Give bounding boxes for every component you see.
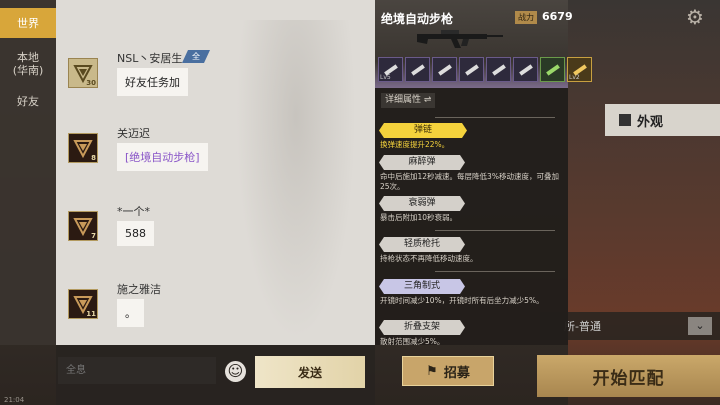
perk-desc: 持枪状态不再降低移动速度。 (380, 254, 478, 263)
power-value: 6679 (542, 10, 573, 23)
perk-desc: 暴击后附加10秒衰弱。 (380, 213, 458, 222)
perk-name: 折叠支架 (379, 320, 465, 335)
perk-item: 麻醉弹 命中后施加12秒减速。每层降低3%移动速度，可叠加25次。 (379, 155, 564, 192)
message-bubble: 。 (117, 299, 144, 327)
perk-name: 麻醉弹 (379, 155, 465, 170)
appearance-button[interactable]: 外观 (605, 104, 720, 136)
weapon-link-bubble[interactable]: [绝境自动步枪] (117, 143, 208, 171)
channel-tabs: 世界 本地 (华南) 好友 (0, 0, 56, 345)
tab-friends[interactable]: 好友 (0, 84, 56, 118)
message-bubble: 好友任务加 (117, 68, 188, 96)
avatar-level: 30 (86, 79, 96, 87)
chevron-down-icon[interactable]: ⌄ (688, 317, 712, 335)
attachment-slot[interactable] (540, 57, 565, 82)
divider (435, 230, 555, 231)
perk-name: 轻质枪托 (379, 237, 465, 252)
tab-world[interactable]: 世界 (0, 8, 56, 38)
recruit-button[interactable]: ⚑ 招募 (402, 356, 494, 386)
chat-input-bar: ☺ 发送 (56, 345, 375, 405)
tab-local[interactable]: 本地 (华南) (0, 44, 56, 84)
perk-name: 弹链 (379, 123, 467, 138)
attachment-slot[interactable] (513, 57, 538, 82)
avatar[interactable]: 30 (68, 58, 98, 88)
divider (435, 271, 555, 272)
attachment-slots: Lv5 Lv2 (378, 57, 592, 82)
chat-panel[interactable]: 30 NSL丶安居生 全村希望 好友任务加 8 关迈迟 [绝境自动步枪] 7 *… (56, 0, 375, 345)
character-silhouette (236, 20, 356, 340)
mode-label: 所-普通 (564, 320, 601, 333)
gear-icon[interactable]: ⚙ (684, 6, 706, 28)
send-button[interactable]: 发送 (255, 356, 365, 388)
weapon-detail-panel: 绝境自动步枪 战力 6679 Lv5 Lv2 详细属性 ⇌ 弹链 换弹速度提升2… (375, 0, 592, 347)
perk-name: 三角制式 (379, 279, 465, 294)
perk-desc: 命中后施加12秒减速。每层降低3%移动速度，可叠加25次。 (380, 172, 559, 191)
rifle-icon (417, 30, 503, 48)
title-badge: 全村希望 (182, 50, 210, 63)
appearance-label: 外观 (637, 114, 664, 130)
weapon-title: 绝境自动步枪 (381, 12, 454, 26)
message-bubble: 588 (117, 221, 154, 246)
attachment-slot[interactable] (405, 57, 430, 82)
smiley-icon[interactable]: ☺ (225, 361, 246, 382)
sender-name[interactable]: 施之雅洁 (117, 281, 161, 297)
sender-name[interactable]: *一个* (117, 203, 150, 219)
flag-icon: ⚑ (426, 363, 438, 379)
avatar[interactable]: 7 (68, 211, 98, 241)
perk-desc: 换弹速度提升22%。 (380, 140, 450, 149)
attachment-slot[interactable]: Lv2 (567, 57, 592, 82)
perk-desc: 散射范围减少5%。 (380, 337, 445, 346)
attachment-slot[interactable] (486, 57, 511, 82)
attachment-slot[interactable] (459, 57, 484, 82)
status-time: 21:04 (4, 396, 25, 404)
perk-item: 折叠支架 散射范围减少5%。 (379, 320, 564, 347)
sender-name[interactable]: NSL丶安居生 (117, 50, 182, 66)
avatar-level: 11 (86, 310, 96, 318)
attachment-slot[interactable]: Lv5 (378, 57, 403, 82)
avatar-level: 7 (91, 232, 96, 240)
chat-input[interactable] (58, 357, 216, 384)
attachment-slot[interactable] (432, 57, 457, 82)
recruit-label: 招募 (443, 365, 470, 381)
perk-name: 衰弱弹 (379, 196, 465, 211)
perk-item: 三角制式 开镜时间减少10%，开镜时所有后坐力减少5%。 (379, 279, 564, 306)
detail-attributes-toggle[interactable]: 详细属性 ⇌ (381, 93, 436, 108)
perk-item: 衰弱弹 暴击后附加10秒衰弱。 (379, 196, 564, 223)
avatar-level: 8 (91, 154, 96, 162)
start-match-button[interactable]: 开始匹配 (537, 355, 720, 397)
avatar[interactable]: 8 (68, 133, 98, 163)
perk-item: 弹链 换弹速度提升22%。 (379, 123, 564, 150)
power-label: 战力 (515, 11, 537, 24)
perk-desc: 开镜时间减少10%，开镜时所有后坐力减少5%。 (380, 296, 544, 305)
divider (435, 117, 555, 118)
appearance-icon (619, 114, 631, 126)
avatar[interactable]: 11 (68, 289, 98, 319)
perk-item: 轻质枪托 持枪状态不再降低移动速度。 (379, 237, 564, 264)
sender-name[interactable]: 关迈迟 (117, 125, 150, 141)
weapon-header: 绝境自动步枪 战力 6679 Lv5 Lv2 (375, 0, 592, 88)
start-match-label: 开始匹配 (592, 368, 665, 389)
